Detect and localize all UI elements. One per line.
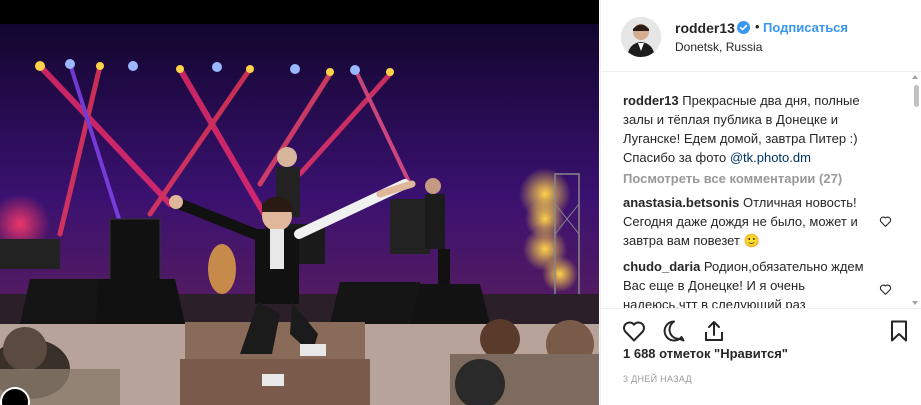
post-caption: rodder13 Прекрасные два дня, полные залы… xyxy=(623,91,893,167)
scroll-down-arrow-icon[interactable] xyxy=(912,301,918,305)
likes-count[interactable]: 1 688 отметок "Нравится" xyxy=(623,346,788,361)
post-timestamp[interactable]: 3 ДНЕЙ НАЗАД xyxy=(623,374,692,384)
comment-like-heart-icon[interactable] xyxy=(879,215,892,228)
comment-author[interactable]: chudo_daria xyxy=(623,259,700,274)
view-all-comments-link[interactable]: Посмотреть все комментарии (27) xyxy=(623,171,842,186)
caption-mention-link[interactable]: @tk.photo.dm xyxy=(730,150,811,165)
comments-section[interactable]: rodder13 Прекрасные два дня, полные залы… xyxy=(601,73,921,309)
scroll-up-arrow-icon[interactable] xyxy=(912,75,918,79)
post-location[interactable]: Donetsk, Russia xyxy=(675,40,762,54)
comment-icon[interactable] xyxy=(661,318,687,344)
post-actions-bar xyxy=(601,310,921,350)
comment-author[interactable]: anastasia.betsonis xyxy=(623,195,739,210)
avatar[interactable] xyxy=(621,17,661,57)
scroll-thumb[interactable] xyxy=(914,85,919,107)
smile-emoji: 🙂 xyxy=(743,233,760,248)
comment-item: anastasia.betsonis Отличная новость! Сег… xyxy=(623,193,883,250)
verified-badge-icon xyxy=(737,21,750,34)
concert-stage-image xyxy=(0,24,599,405)
caption-author[interactable]: rodder13 xyxy=(623,93,679,108)
post-username[interactable]: rodder13 xyxy=(675,20,735,36)
comments-scrollbar[interactable] xyxy=(912,73,920,309)
bookmark-icon[interactable] xyxy=(886,318,912,344)
separator-dot: • xyxy=(755,19,760,34)
post-photo[interactable] xyxy=(0,24,599,405)
follow-button[interactable]: Подписаться xyxy=(763,20,848,35)
comment-item: chudo_daria Родион,обязательно ждем Вас … xyxy=(623,257,883,308)
post-sidebar: rodder13 • Подписаться Donetsk, Russia r… xyxy=(600,0,921,405)
share-icon[interactable] xyxy=(701,318,727,344)
photo-top-bar xyxy=(0,0,599,24)
comment-like-heart-icon[interactable] xyxy=(879,283,892,296)
post-header: rodder13 • Подписаться Donetsk, Russia xyxy=(601,0,921,72)
heart-icon[interactable] xyxy=(621,318,647,344)
